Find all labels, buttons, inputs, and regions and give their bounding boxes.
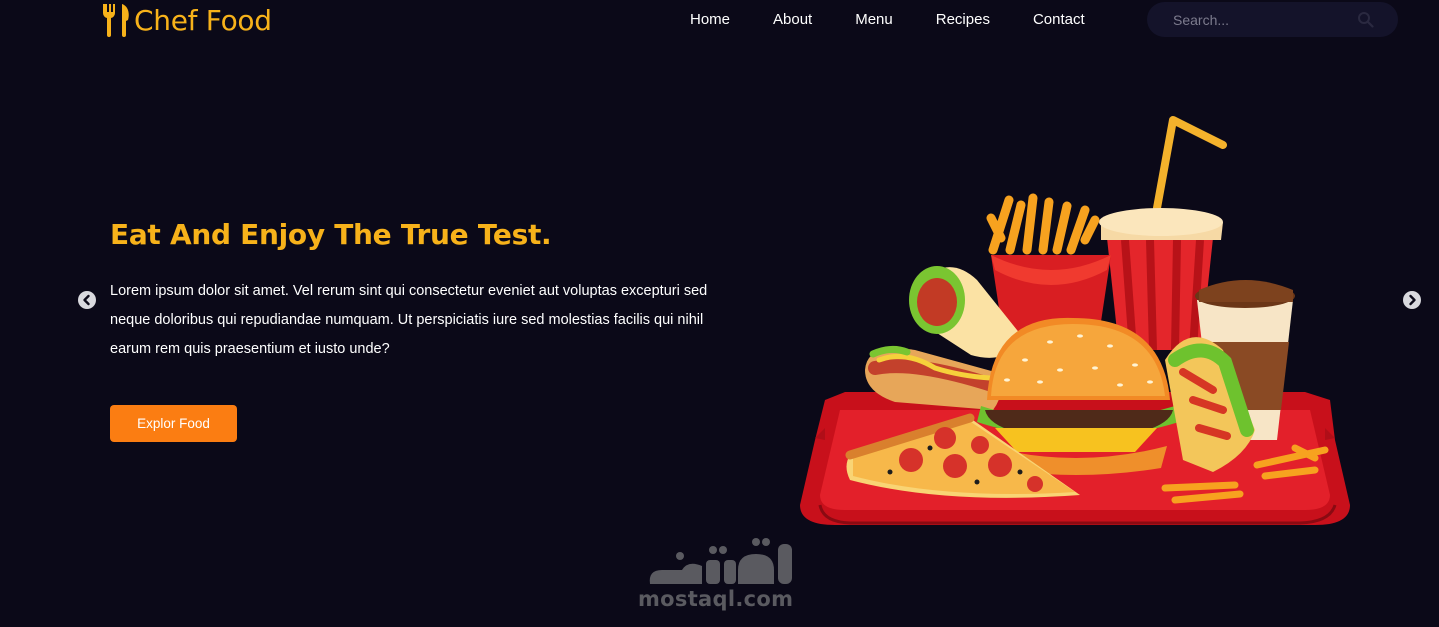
search-box (1147, 2, 1398, 37)
nav-recipes[interactable]: Recipes (936, 11, 990, 28)
mostaql-watermark-text: mostaql.com (638, 587, 794, 611)
carousel-prev-button[interactable] (78, 291, 96, 309)
carousel-next-button[interactable] (1403, 291, 1421, 309)
nav-menu[interactable]: Menu (855, 11, 893, 28)
explore-food-button[interactable]: Explor Food (110, 405, 237, 442)
brand-logo[interactable]: Chef Food (100, 2, 272, 38)
nav-about[interactable]: About (773, 11, 812, 28)
search-input[interactable] (1173, 11, 1343, 28)
main-menu: Home About Menu Recipes Contact (690, 11, 1128, 28)
chevron-right-icon (1409, 294, 1416, 306)
fast-food-tray-illustration (800, 116, 1350, 525)
nav-contact[interactable]: Contact (1033, 11, 1085, 28)
mostaql-watermark: mostaql.com (630, 530, 815, 620)
hero-description: Lorem ipsum dolor sit amet. Vel rerum si… (110, 283, 708, 357)
fork-knife-icon (102, 4, 129, 37)
search-icon[interactable] (1357, 11, 1374, 28)
nav-home[interactable]: Home (690, 11, 730, 28)
hero-title: Eat And Enjoy The True Test. (110, 218, 552, 251)
mostaql-arabic-logo (649, 538, 792, 584)
navbar: Chef Food Home About Menu Recipes Contac… (0, 0, 1439, 40)
chevron-left-icon (83, 294, 90, 306)
brand-name: Chef Food (134, 3, 272, 37)
